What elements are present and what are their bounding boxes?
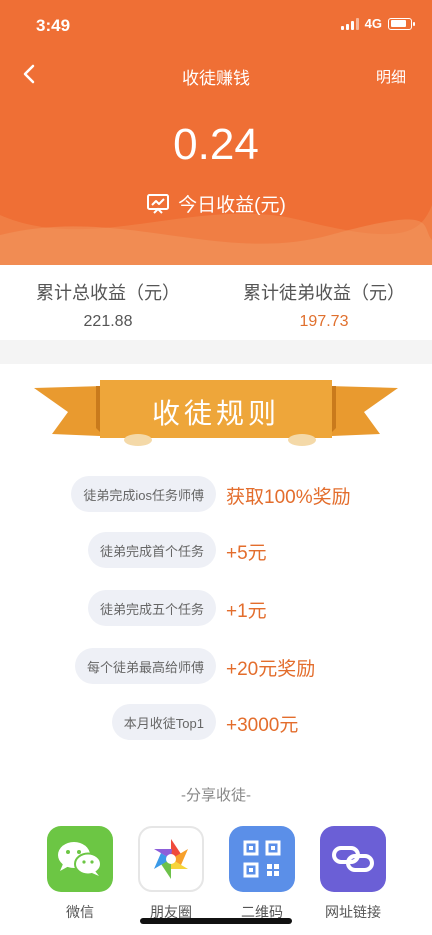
home-indicator[interactable] xyxy=(140,918,292,924)
today-earnings-label-row: 今日收益(元) xyxy=(0,190,432,217)
wechat-icon xyxy=(47,826,113,892)
total-earnings-stat: 累计总收益（元） 221.88 xyxy=(0,279,216,331)
moments-icon xyxy=(138,826,204,892)
rules-banner-title: 收徒规则 xyxy=(151,398,280,429)
share-qrcode-button[interactable]: 二维码 xyxy=(227,826,297,922)
rule-condition: 徒弟完成五个任务 xyxy=(87,590,216,626)
rule-item: 徒弟完成五个任务 +1元 xyxy=(0,590,432,626)
rule-reward: 获取100%奖励 xyxy=(226,487,351,508)
qrcode-icon xyxy=(229,826,295,892)
rule-reward: +3000元 xyxy=(226,715,299,736)
signal-icon xyxy=(340,17,359,30)
apprentice-earnings-title: 累计徒弟收益（元） xyxy=(243,283,405,303)
rule-condition: 每个徒弟最高给师傅 xyxy=(74,648,216,684)
rule-reward: +20元奖励 xyxy=(226,659,316,680)
status-indicators: 4G xyxy=(340,16,415,31)
total-earnings-title: 累计总收益（元） xyxy=(36,283,180,303)
today-earnings-label: 今日收益(元) xyxy=(178,195,286,216)
rule-reward: +1元 xyxy=(226,601,267,622)
status-bar: 3:49 4G xyxy=(0,0,432,50)
rule-condition: 本月收徒Top1 xyxy=(111,704,216,740)
apprentice-earnings-value: 197.73 xyxy=(299,313,349,330)
apprentice-earnings-stat: 累计徒弟收益（元） 197.73 xyxy=(216,279,432,331)
chart-board-icon xyxy=(147,193,170,214)
page-title: 收徒赚钱 xyxy=(182,69,250,88)
rule-item: 每个徒弟最高给师傅 +20元奖励 xyxy=(0,648,432,684)
share-wechat-button[interactable]: 微信 xyxy=(45,826,115,922)
share-moments-button[interactable]: 朋友圈 xyxy=(136,826,206,922)
today-earnings-amount: 0.24 xyxy=(173,120,259,169)
share-label: 微信 xyxy=(66,904,94,920)
share-section-title: -分享收徒- xyxy=(181,787,251,804)
network-type: 4G xyxy=(364,16,382,31)
rule-condition: 徒弟完成首个任务 xyxy=(87,532,216,568)
rule-item: 徒弟完成首个任务 +5元 xyxy=(0,532,432,568)
share-label: 网址链接 xyxy=(325,904,381,920)
earnings-stats: 累计总收益（元） 221.88 累计徒弟收益（元） 197.73 xyxy=(0,265,432,340)
rule-condition: 徒弟完成ios任务师傅 xyxy=(71,476,216,512)
rule-item: 徒弟完成ios任务师傅 获取100%奖励 xyxy=(0,476,432,512)
header: 3:49 4G 收徒赚钱 明细 0.24 今日收益(元) xyxy=(0,0,432,265)
rule-item: 本月收徒Top1 +3000元 xyxy=(0,704,432,740)
status-time: 3:49 xyxy=(36,16,71,35)
battery-icon xyxy=(388,17,415,30)
detail-button[interactable]: 明细 xyxy=(376,66,406,87)
link-icon xyxy=(320,826,386,892)
rule-reward: +5元 xyxy=(226,543,267,564)
total-earnings-value: 221.88 xyxy=(83,313,133,330)
section-divider xyxy=(0,340,432,364)
share-link-button[interactable]: 网址链接 xyxy=(318,826,388,922)
